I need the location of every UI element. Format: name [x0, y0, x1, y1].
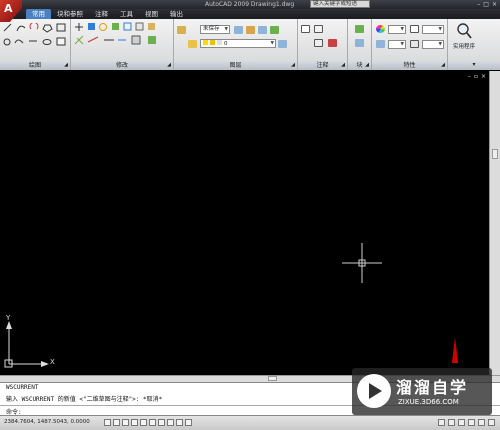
magnifier-icon	[457, 23, 472, 39]
tab-output[interactable]: 输出	[164, 9, 189, 19]
ortho-toggle[interactable]	[122, 419, 129, 426]
layer-tool-icon[interactable]	[246, 26, 255, 34]
tray-settings-icon[interactable]	[488, 419, 495, 426]
modify-tools-icons	[74, 22, 156, 45]
panel-modify-title[interactable]: 修改 ◢	[71, 61, 173, 70]
canvas-graphics	[4, 243, 458, 368]
text-tool-icon[interactable]	[301, 25, 310, 33]
viewport-restore-button[interactable]: ▫	[474, 73, 478, 80]
color-wheel-icon	[376, 25, 385, 33]
status-bar: 2384.7604, 1487.5043, 0.0000	[0, 415, 500, 430]
viewport-minimize-button[interactable]: –	[468, 73, 471, 80]
layer-tool-icon[interactable]	[258, 26, 267, 34]
autocad-window: AutoCAD 2009 Drawing1.dwg 键入关键字或短语 – □ ×…	[0, 0, 500, 430]
command-history-line: 输入 WSCURRENT 的新值 <"二维草图与注释">: *取消*	[6, 396, 163, 403]
ucs-y-label: Y	[6, 314, 11, 322]
utilities-button[interactable]: 实用程序	[450, 22, 478, 50]
osnap-toggle[interactable]	[140, 419, 147, 426]
ucs-x-label: X	[50, 358, 55, 366]
tab-view[interactable]: 视图	[139, 9, 164, 19]
ribbon-tab-bar: 常用 块和参照 注释 工具 视图 输出	[0, 9, 500, 19]
match-properties-icon[interactable]	[376, 40, 385, 48]
crosshair-cursor	[342, 243, 382, 283]
color-combo[interactable]	[388, 25, 406, 34]
panel-layers: 未保存 0 图层◢	[174, 19, 298, 70]
help-search-text: 键入关键字或短语	[313, 1, 358, 7]
layer-tool-icon[interactable]	[234, 26, 243, 34]
utilities-label: 实用程序	[452, 44, 475, 50]
red-arrow-annotation	[452, 337, 458, 363]
leader-tool-icon[interactable]	[314, 39, 323, 47]
tab-home[interactable]: 常用	[26, 9, 51, 19]
panel-annotation-title[interactable]: 注释 ◢	[298, 61, 347, 70]
layer-tool-icon[interactable]	[270, 26, 279, 34]
ucs-icon	[4, 321, 49, 368]
qp-toggle[interactable]	[185, 419, 192, 426]
title-bar: AutoCAD 2009 Drawing1.dwg 键入关键字或短语 – □ ×	[0, 0, 500, 9]
tab-tools[interactable]: 工具	[114, 9, 139, 19]
panel-modify: 修改 ◢	[71, 19, 174, 70]
lwt-toggle[interactable]	[176, 419, 183, 426]
lineweight-combo[interactable]	[422, 25, 444, 34]
layer-tool-icon[interactable]	[278, 40, 287, 48]
insert-block-icon[interactable]	[355, 25, 364, 33]
close-button[interactable]: ×	[492, 0, 497, 9]
panel-annotation: 注释 ◢	[298, 19, 348, 70]
otrack-toggle[interactable]	[149, 419, 156, 426]
tab-annotate[interactable]: 注释	[89, 9, 114, 19]
window-controls: – □ ×	[477, 0, 497, 9]
dimension-tool-icon[interactable]	[314, 25, 323, 33]
layer-state-combo[interactable]: 未保存	[200, 25, 230, 34]
document-title: AutoCAD 2009 Drawing1.dwg	[205, 1, 295, 8]
drafting-toggles	[104, 419, 192, 426]
horizontal-scroll-thumb[interactable]	[268, 376, 277, 381]
draw-tools-icons	[3, 23, 66, 46]
grid-toggle[interactable]	[113, 419, 120, 426]
table-tool-icon[interactable]	[328, 39, 337, 47]
coordinate-readout: 2384.7604, 1487.5043, 0.0000	[4, 419, 90, 425]
linetype-combo[interactable]	[388, 40, 406, 49]
maximize-button[interactable]: □	[483, 0, 489, 9]
polar-toggle[interactable]	[131, 419, 138, 426]
plotstyle-combo[interactable]	[422, 40, 444, 49]
zoom-icon[interactable]	[468, 419, 475, 426]
lineweight-icon	[410, 25, 419, 33]
panel-layers-title[interactable]: 图层 ◢	[174, 61, 297, 70]
layer-combo[interactable]: 0	[200, 39, 276, 48]
layout-icon[interactable]	[448, 419, 455, 426]
panel-draw-title[interactable]: 绘图 ◢	[0, 61, 70, 70]
viewport-close-button[interactable]: ×	[481, 73, 486, 80]
drawing-canvas[interactable]: Y X	[0, 71, 489, 375]
watermark-subtext: ZIXUE.3D66.COM	[398, 398, 459, 406]
minimize-button[interactable]: –	[477, 0, 480, 9]
panel-block-title[interactable]: 块 ◢	[348, 61, 371, 70]
watermark-logo: 溜溜自学 ZIXUE.3D66.COM	[352, 368, 492, 415]
tab-blocks-references[interactable]: 块和参照	[51, 9, 89, 19]
ducs-toggle[interactable]	[158, 419, 165, 426]
panel-properties-title[interactable]: 特性 ◢	[372, 61, 447, 70]
layer-state-icon[interactable]	[188, 40, 197, 48]
utilities-dropdown[interactable]: ▾	[448, 61, 500, 70]
panel-draw: 绘图 ◢	[0, 19, 71, 70]
command-history-line: WSCURRENT	[6, 384, 39, 391]
pan-icon[interactable]	[458, 419, 465, 426]
dyn-toggle[interactable]	[167, 419, 174, 426]
snap-toggle[interactable]	[104, 419, 111, 426]
create-block-icon[interactable]	[355, 39, 364, 47]
model-space-icon[interactable]	[438, 419, 445, 426]
autocad-logo-icon: A	[4, 2, 13, 15]
layer-properties-icon[interactable]	[177, 26, 186, 34]
help-search-input[interactable]: 键入关键字或短语	[310, 0, 370, 8]
viewport-controls: – ▫ ×	[468, 73, 486, 80]
play-logo-icon	[357, 374, 391, 408]
ribbon: 绘图 ◢ 修改 ◢ 未保存 ▼ 0 ▼ 图层 ◢ 注释 ◢ 块 ◢ ▼ ▼ ▼ …	[0, 19, 500, 70]
status-tray	[438, 419, 495, 426]
panel-properties: 特性◢	[372, 19, 448, 70]
vertical-scrollbar[interactable]	[489, 71, 500, 375]
workspace-switch-icon[interactable]	[478, 419, 485, 426]
panel-block: 块 ◢	[348, 19, 372, 70]
vertical-scroll-thumb[interactable]	[492, 149, 498, 159]
watermark-text: 溜溜自学	[396, 378, 469, 397]
transparency-icon	[410, 40, 419, 48]
